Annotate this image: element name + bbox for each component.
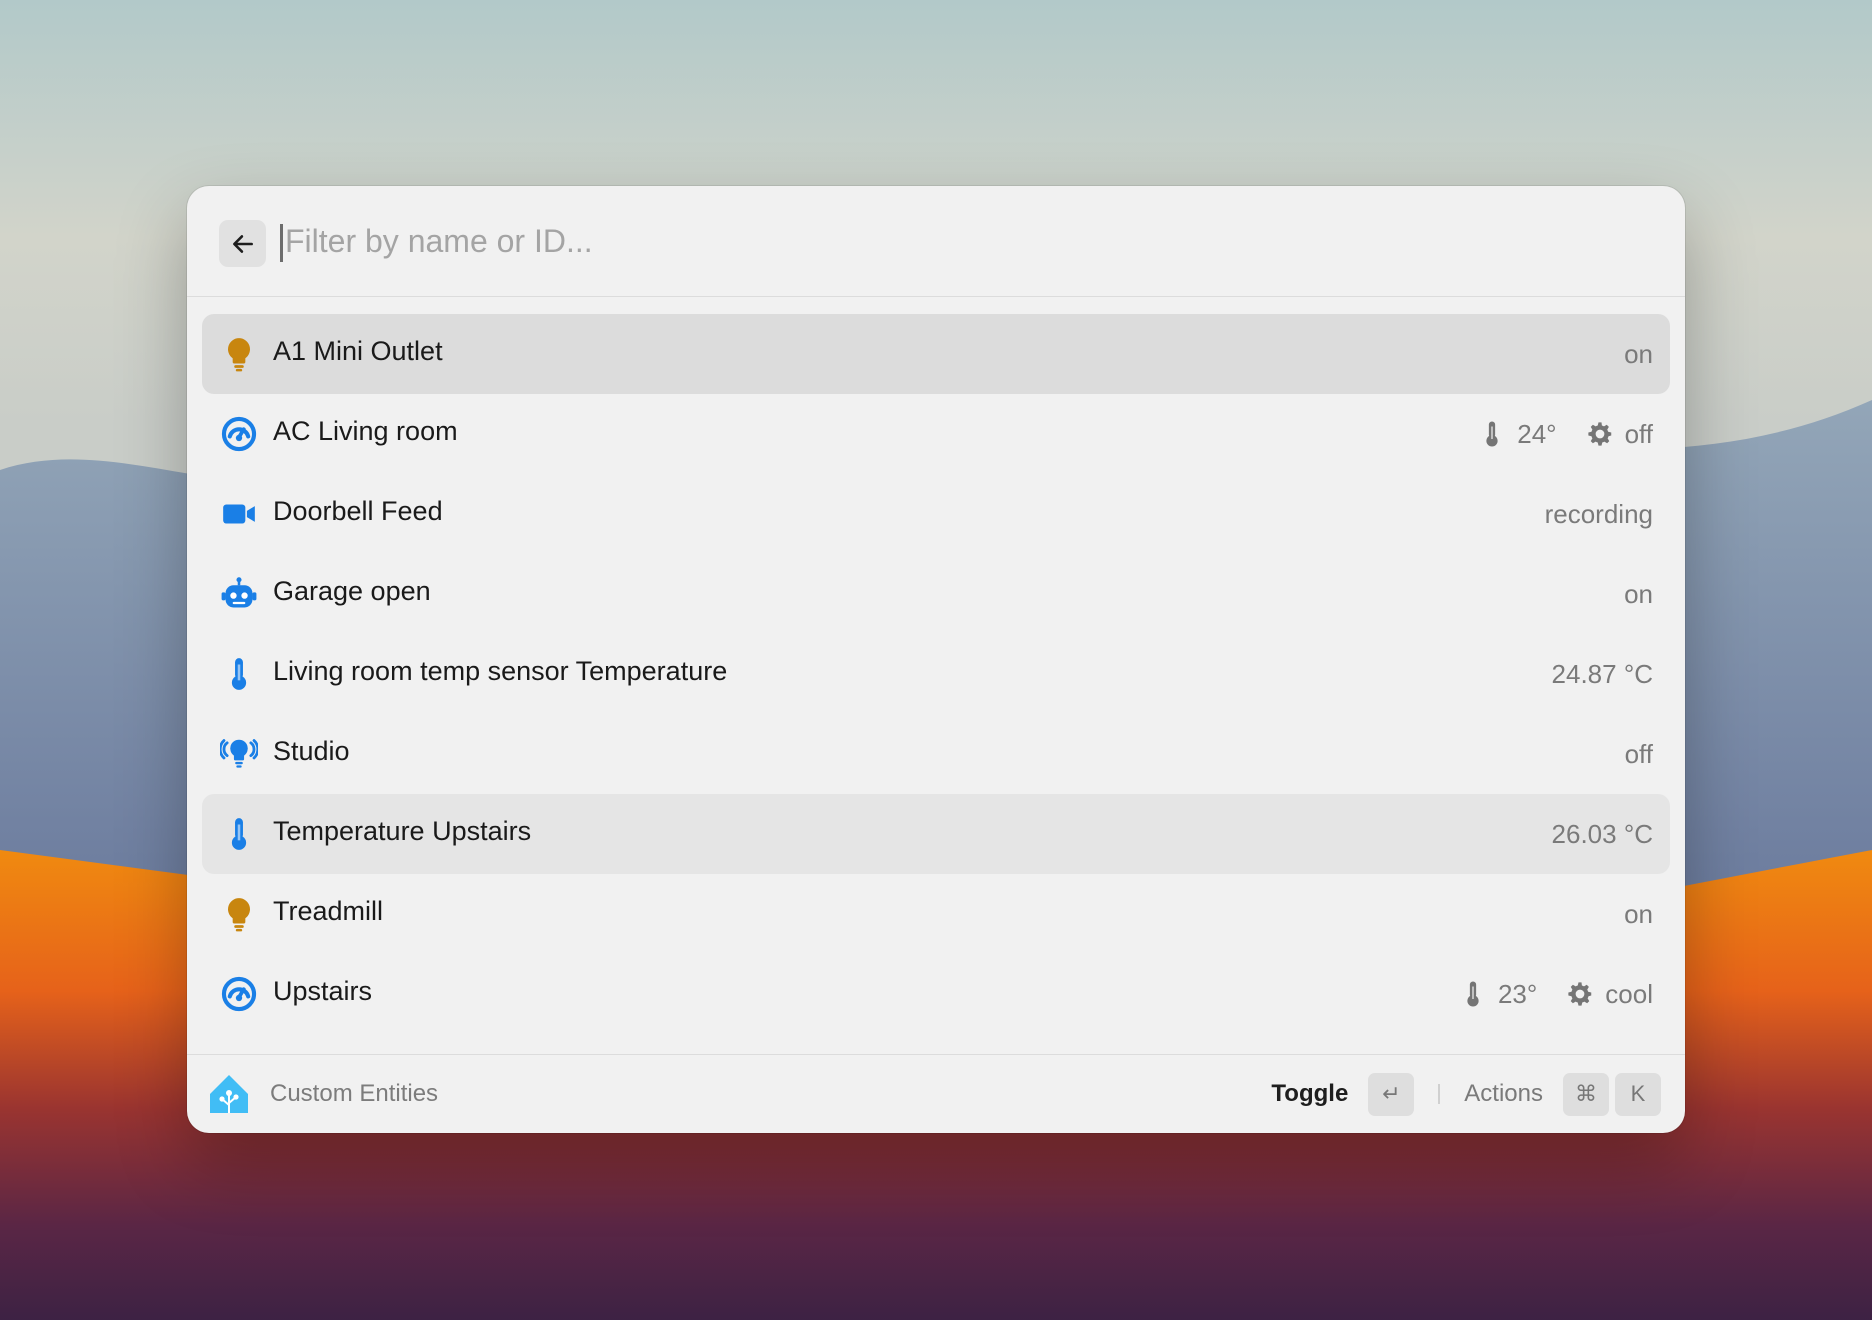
robot-icon xyxy=(219,574,259,614)
accessory-item: cool xyxy=(1565,979,1653,1010)
video-camera-icon xyxy=(219,494,259,534)
home-assistant-icon xyxy=(210,1075,248,1113)
list-item[interactable]: A1 Mini Outlet on xyxy=(202,314,1670,394)
footer-bar: Custom Entities Toggle ↵ Actions ⌘ K xyxy=(187,1054,1685,1133)
entity-accessories: recording xyxy=(1545,494,1653,534)
list-item[interactable]: Upstairs 23° cool xyxy=(202,954,1670,1034)
entity-state: recording xyxy=(1544,498,1653,529)
accessory-text: cool xyxy=(1605,978,1653,1009)
gear-icon xyxy=(1585,419,1615,449)
search-bar xyxy=(187,186,1685,297)
entity-accessories: on xyxy=(1624,334,1653,374)
entity-name: Temperature Upstairs xyxy=(273,816,532,846)
launcher-window: A1 Mini Outlet on AC Living room 24° off Door… xyxy=(187,186,1685,1133)
gear-icon xyxy=(1565,979,1595,1009)
arrow-left-icon xyxy=(232,234,253,253)
lightbulb-icon xyxy=(219,334,259,374)
entity-state: on xyxy=(1624,898,1653,929)
accessory-text: 24° xyxy=(1517,418,1557,449)
entity-name: Garage open xyxy=(273,576,431,606)
entity-accessories: on xyxy=(1624,574,1653,614)
thermometer-icon xyxy=(1458,979,1488,1009)
thermometer-icon xyxy=(219,814,259,854)
list-item[interactable]: AC Living room 24° off xyxy=(202,394,1670,474)
entity-state: 26.03 °C xyxy=(1551,818,1653,849)
lightbulb-group-icon xyxy=(219,734,259,774)
entity-accessories: 24.87 °C xyxy=(1552,654,1653,694)
command-key-badge: ⌘ xyxy=(1563,1072,1609,1116)
entity-accessories: 23° cool xyxy=(1458,974,1653,1014)
entity-state: 24.87 °C xyxy=(1551,658,1653,689)
accessory-text: 23° xyxy=(1497,978,1538,1009)
accessory-item: 23° xyxy=(1458,979,1537,1010)
entity-name: Doorbell Feed xyxy=(273,496,443,526)
list-item[interactable]: Garage open on xyxy=(202,554,1670,634)
accessory-item: 24° xyxy=(1477,418,1557,450)
accessory-item: off xyxy=(1585,419,1653,450)
entity-state: off xyxy=(1624,738,1653,769)
toggle-action-label[interactable]: Toggle xyxy=(1271,1080,1348,1108)
thermometer-icon xyxy=(1477,419,1507,449)
footer-actions: Toggle ↵ Actions ⌘ K xyxy=(1271,1071,1661,1117)
entity-name: Treadmill xyxy=(273,896,384,926)
thermometer-icon xyxy=(219,654,259,694)
entity-accessories: 24° off xyxy=(1477,414,1653,454)
back-button[interactable] xyxy=(219,220,266,267)
entity-name: Studio xyxy=(273,736,350,766)
list-item[interactable]: Temperature Upstairs 26.03 °C xyxy=(202,794,1670,874)
k-key-badge: K xyxy=(1615,1072,1661,1116)
lightbulb-icon xyxy=(219,894,259,934)
entity-name: Living room temp sensor Temperature xyxy=(273,656,728,686)
entity-state: on xyxy=(1624,578,1653,609)
climate-icon xyxy=(219,974,259,1014)
entity-accessories: on xyxy=(1624,894,1653,934)
list-item[interactable]: Doorbell Feed recording xyxy=(202,474,1670,554)
entity-accessories: off xyxy=(1625,734,1653,774)
list-item[interactable]: Living room temp sensor Temperature 24.87… xyxy=(202,634,1670,714)
list-item[interactable]: Treadmill on xyxy=(202,874,1670,954)
entity-accessories: 26.03 °C xyxy=(1552,814,1653,854)
entity-name: A1 Mini Outlet xyxy=(273,336,443,366)
entity-list: A1 Mini Outlet on AC Living room 24° off Door… xyxy=(202,314,1670,1034)
accessory-text: off xyxy=(1624,418,1653,449)
footer-divider xyxy=(1438,1084,1441,1104)
actions-menu-label[interactable]: Actions xyxy=(1464,1080,1543,1108)
enter-key-badge: ↵ xyxy=(1368,1072,1415,1116)
entity-name: Upstairs xyxy=(273,976,373,1006)
entity-name: AC Living room xyxy=(273,416,458,446)
climate-icon xyxy=(219,414,259,454)
footer-title: Custom Entities xyxy=(270,1080,439,1107)
list-item[interactable]: Studio off xyxy=(202,714,1670,794)
search-input[interactable] xyxy=(282,216,1635,266)
entity-state: on xyxy=(1624,338,1653,369)
